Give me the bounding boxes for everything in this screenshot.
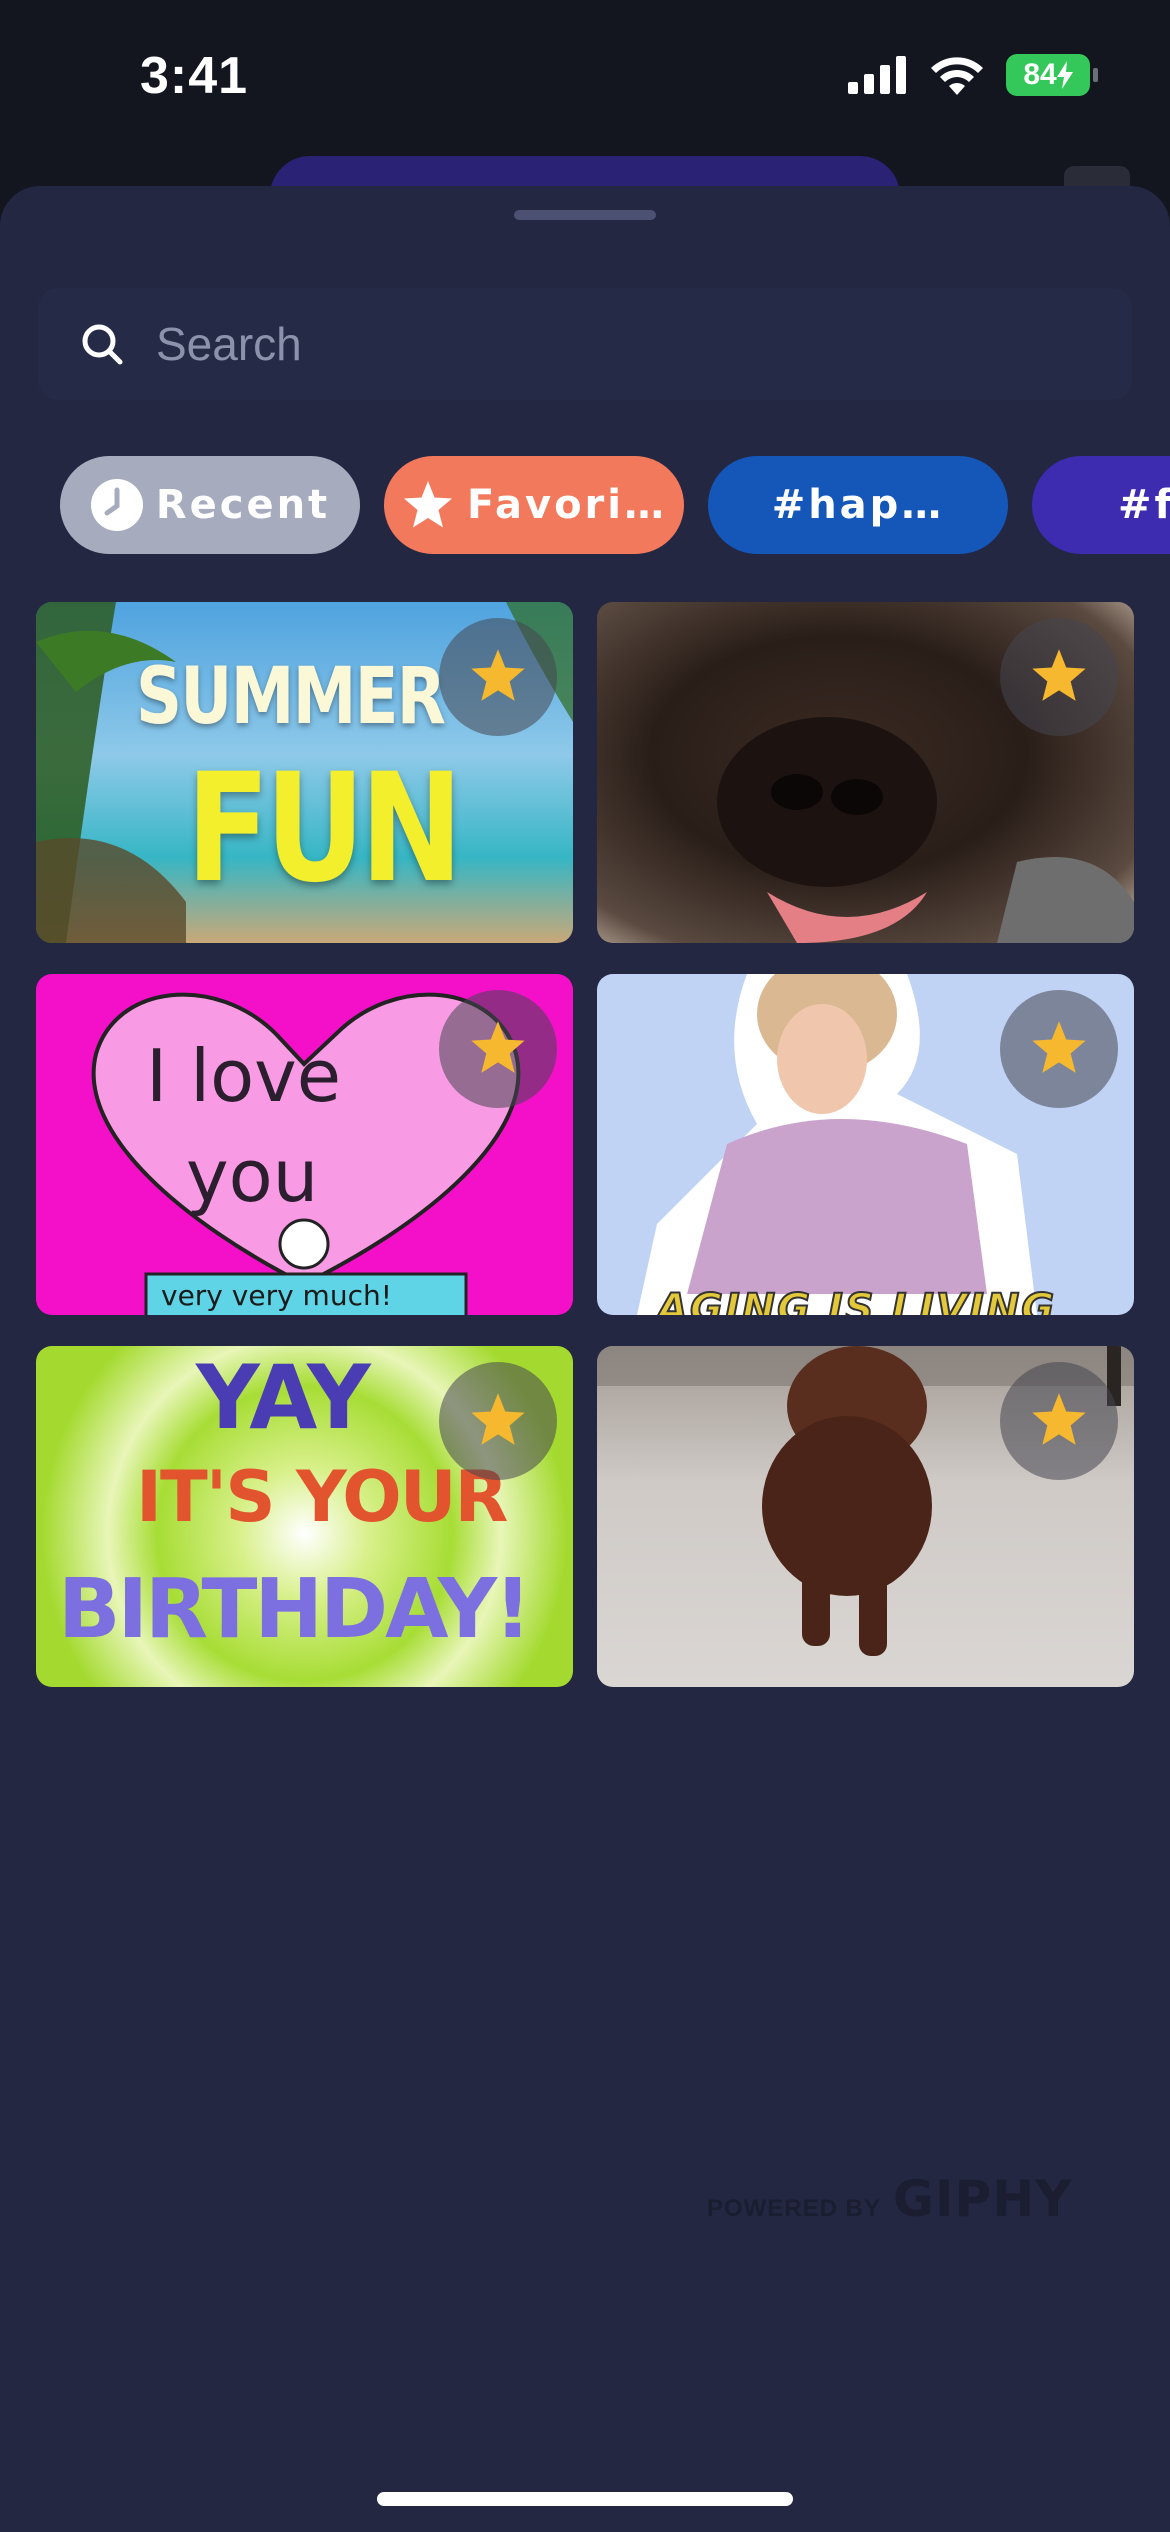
tab-more-label: #f <box>1118 482 1170 528</box>
sheet-grabber[interactable] <box>514 210 656 220</box>
giphy-attribution: POWERED BY GIPHY <box>707 2170 1072 2228</box>
star-icon <box>471 1021 525 1073</box>
gif-text-top: SUMMER <box>136 652 446 742</box>
favorite-button[interactable] <box>1000 1362 1118 1480</box>
tab-recent-label: Recent <box>155 482 331 528</box>
tab-favorites[interactable]: Favori… <box>384 456 684 554</box>
gif-tile[interactable]: YAY IT'S YOUR BIRTHDAY! <box>36 1346 573 1687</box>
favorite-button[interactable] <box>439 990 557 1108</box>
tab-favorites-label: Favori… <box>467 482 667 528</box>
star-icon <box>1032 649 1086 701</box>
gif-tile[interactable]: AGING IS LIVING <box>597 974 1134 1315</box>
gif-tile[interactable]: SUMMER FUN <box>36 602 573 943</box>
gif-picker-sheet: Recent Favori… #hap… #f SUMMER FUN <box>0 186 1170 2532</box>
giphy-logo: GIPHY <box>893 2170 1073 2228</box>
gif-text-top: I love <box>146 1034 342 1118</box>
status-bar: 3:41 84 <box>0 0 1170 150</box>
battery-charging-icon: 84 <box>1006 54 1098 96</box>
star-icon <box>471 649 525 701</box>
gif-text-middle: you <box>186 1134 319 1218</box>
status-icons: 84 <box>848 54 1098 96</box>
gif-tile[interactable] <box>597 602 1134 943</box>
favorite-button[interactable] <box>439 618 557 736</box>
search-icon <box>82 324 123 365</box>
star-icon <box>471 1393 525 1445</box>
category-tabs: Recent Favori… #hap… #f <box>60 456 1170 556</box>
cellular-signal-icon <box>848 56 906 94</box>
tab-recent[interactable]: Recent <box>60 456 360 554</box>
favorite-button[interactable] <box>439 1362 557 1480</box>
search-input[interactable] <box>156 310 1056 378</box>
favorite-button[interactable] <box>1000 990 1118 1108</box>
tab-happy-label: #hap… <box>771 482 945 528</box>
home-indicator[interactable] <box>377 2492 793 2506</box>
gif-text-bottom: very very much! <box>161 1279 392 1312</box>
star-icon <box>1032 1393 1086 1445</box>
gif-text-bottom: BIRTHDAY! <box>58 1562 531 1657</box>
wifi-icon <box>931 57 983 95</box>
star-icon <box>1032 1021 1086 1073</box>
gif-text-bottom: AGING IS LIVING <box>656 1285 1057 1315</box>
tab-more[interactable]: #f <box>1032 456 1170 554</box>
gif-text-bottom: FUN <box>186 742 463 916</box>
status-time: 3:41 <box>140 47 249 105</box>
powered-by-label: POWERED BY <box>707 2195 882 2222</box>
gif-text-middle: IT'S YOUR <box>136 1456 508 1538</box>
gif-tile[interactable]: I love you very very much! <box>36 974 573 1315</box>
clock-icon <box>90 479 143 531</box>
search-bar[interactable] <box>38 288 1132 400</box>
battery-level: 84 <box>1023 58 1057 91</box>
favorite-button[interactable] <box>1000 618 1118 736</box>
star-icon <box>404 481 453 528</box>
gif-text-top: YAY <box>196 1346 371 1449</box>
tab-happy[interactable]: #hap… <box>708 456 1008 554</box>
gif-tile[interactable] <box>597 1346 1134 1687</box>
charging-bolt-icon <box>1056 61 1073 89</box>
